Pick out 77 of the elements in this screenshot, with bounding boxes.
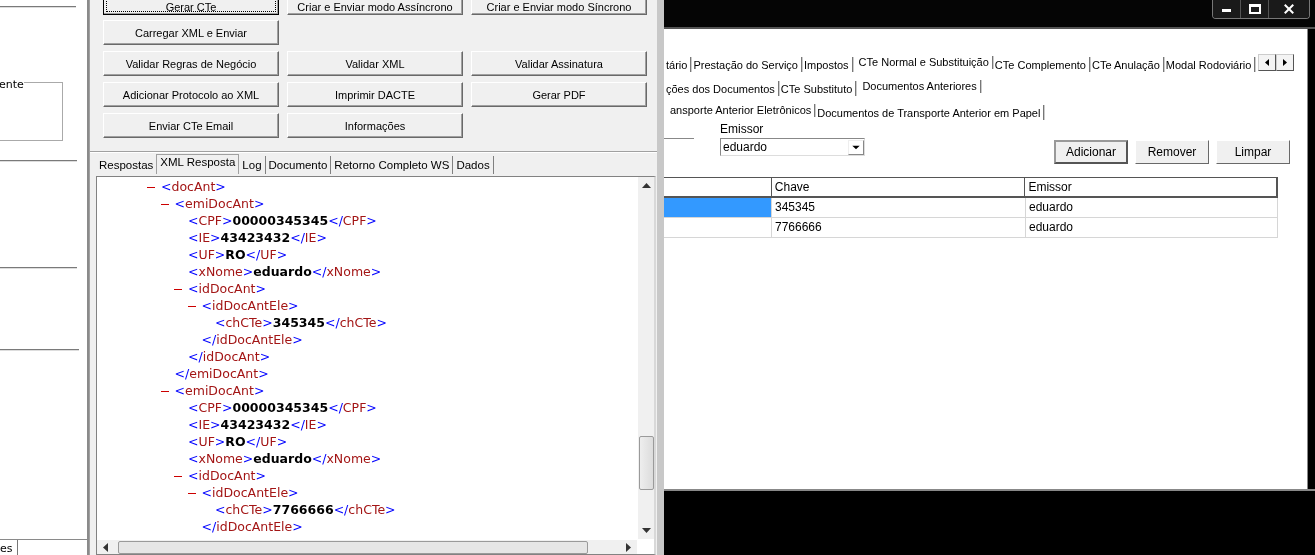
left-arrow-icon: [1265, 59, 1270, 66]
button[interactable]: Validar Regras de Negócio: [103, 51, 279, 76]
button[interactable]: Informações: [287, 113, 463, 138]
tab[interactable]: Documento: [265, 156, 332, 174]
tab[interactable]: es: [0, 540, 18, 555]
xml-line: <chCTe>345345</chCTe>: [215, 314, 387, 331]
button[interactable]: Gerar CTe: [103, 0, 279, 15]
table-cell: 345345: [772, 198, 1026, 217]
xml-line: <emiDocAnt>: [174, 195, 265, 212]
tab[interactable]: XML Resposta: [156, 154, 240, 174]
xml-line: <idDocAnt>: [188, 467, 266, 484]
tab[interactable]: Retorno Completo WS: [331, 156, 454, 174]
button[interactable]: Validar Assinatura: [471, 51, 647, 76]
button[interactable]: Validar XML: [287, 51, 463, 76]
tab[interactable]: Prestação do Serviço: [691, 57, 802, 72]
xml-line: <IE>43423432</IE>: [188, 229, 327, 246]
close-button[interactable]: [1269, 0, 1309, 18]
tab[interactable]: Log: [239, 156, 266, 174]
xml-line: <IE>43423432</IE>: [188, 416, 327, 433]
tab[interactable]: ansporte Anterior Eletrônicos: [664, 104, 816, 117]
button[interactable]: Adicionar Protocolo ao XML: [103, 82, 279, 107]
table-cell: 7766666: [772, 218, 1026, 237]
tab[interactable]: Impostos: [801, 57, 853, 72]
tab[interactable]: Documentos Anteriores: [856, 80, 981, 93]
xml-line: <idDocAnt>: [188, 280, 266, 297]
tab[interactable]: Respostas: [96, 156, 157, 174]
xml-line: </idDocAnt>: [188, 348, 271, 365]
scroll-left-button[interactable]: [1258, 54, 1277, 71]
tab[interactable]: CTe Normal e Substituição: [852, 56, 993, 69]
xml-line: <chCTe>7766666</chCTe>: [215, 501, 396, 518]
maximize-button[interactable]: [1241, 0, 1269, 18]
column-header[interactable]: Emissor: [1025, 178, 1277, 196]
emissor-dropdown[interactable]: eduardo: [720, 138, 865, 156]
right-arrow-icon[interactable]: [626, 542, 631, 552]
xml-line: </idDocAntEle>: [201, 518, 303, 535]
xml-line: <idDocAntEle>: [201, 484, 299, 501]
field-label: Emissor: [720, 122, 765, 136]
up-arrow-icon[interactable]: [641, 183, 651, 188]
tab[interactable]: CTe Substituto: [778, 81, 857, 96]
tab[interactable]: ções dos Documentos: [664, 81, 779, 96]
button[interactable]: Limpar: [1216, 140, 1290, 164]
button[interactable]: Remover: [1135, 140, 1209, 164]
tab[interactable]: Modal Rodoviário: [1163, 57, 1256, 72]
xml-line: <UF>RO</UF>: [188, 433, 288, 450]
button[interactable]: Adicionar: [1054, 140, 1128, 164]
table-cell: eduardo: [1026, 198, 1278, 217]
minimize-button[interactable]: [1213, 0, 1241, 18]
button[interactable]: Criar e Enviar modo Síncrono: [471, 0, 647, 15]
tab[interactable]: Dados: [453, 156, 494, 174]
column-header[interactable]: Chave: [771, 178, 1026, 196]
xml-line: <UF>RO</UF>: [188, 246, 288, 263]
scroll-right-button[interactable]: [1276, 54, 1295, 71]
xml-line: <xNome>eduardo</xNome>: [188, 263, 382, 280]
xml-line: <CPF>00000345345</CPF>: [188, 212, 377, 229]
xml-line: </idDocAntEle>: [201, 331, 303, 348]
left-arrow-icon[interactable]: [103, 542, 108, 552]
xml-line: </emiDocAnt>: [174, 365, 269, 382]
button[interactable]: Gerar PDF: [471, 82, 647, 107]
xml-line: <emiDocAnt>: [174, 382, 265, 399]
down-arrow-icon[interactable]: [641, 528, 651, 533]
table-cell: eduardo: [1026, 218, 1278, 237]
xml-line: <CPF>00000345345</CPF>: [188, 399, 377, 416]
group-label: ente: [0, 79, 24, 90]
xml-line: <xNome>eduardo</xNome>: [188, 450, 382, 467]
button[interactable]: Criar e Enviar modo Assíncrono: [287, 0, 463, 15]
xml-line: <docAnt>: [161, 178, 226, 195]
tab[interactable]: tário: [664, 57, 692, 72]
xml-line: <idDocAntEle>: [201, 297, 299, 314]
button[interactable]: Carregar XML e Enviar: [103, 20, 279, 45]
tab[interactable]: Documentos de Transporte Anterior em Papel: [815, 105, 1045, 120]
tab[interactable]: CTe Complemento: [992, 57, 1090, 72]
button[interactable]: Enviar CTe Email: [103, 113, 279, 138]
scroll-thumb[interactable]: [638, 436, 654, 490]
tab[interactable]: CTe Anulação: [1089, 57, 1164, 72]
right-arrow-icon: [1283, 59, 1288, 66]
vertical-scrollbar[interactable]: [638, 177, 654, 539]
button[interactable]: Imprimir DACTE: [287, 82, 463, 107]
